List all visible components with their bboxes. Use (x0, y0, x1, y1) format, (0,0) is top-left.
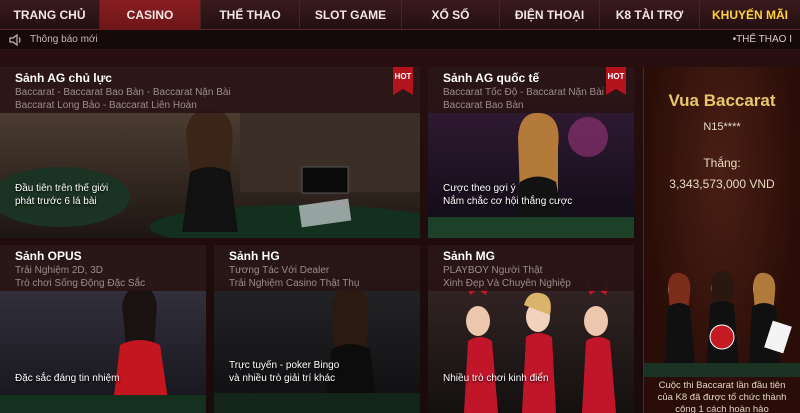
card-ag-international[interactable]: Sảnh AG quốc tế Baccarat Tốc Độ - Baccar… (428, 67, 634, 238)
promo-dealers-image (644, 270, 800, 377)
card-subtitle: Tương Tác Với Dealer (229, 265, 330, 276)
card-caption: Cược theo gợi ý (443, 183, 516, 194)
card-caption: Đầu tiên trên thế giới (15, 183, 109, 194)
card-subtitle: Trò chơi Sống Động Đặc Sắc (15, 278, 146, 289)
promo-win-label: Thắng: (703, 156, 741, 170)
nav-item-casino[interactable]: CASINO (100, 0, 201, 30)
card-ag-main[interactable]: Sảnh AG chủ lực Baccarat - Baccarat Bao … (0, 67, 420, 238)
page: { "nav": { "items": [ {"label": "TRANG C… (0, 0, 800, 413)
card-caption: phát trước 6 lá bài (15, 196, 97, 207)
card-title: Sảnh HG (229, 249, 280, 263)
card-subtitle: Trải Nghiệm 2D, 3D (15, 265, 103, 276)
promo-note-line: công 1 cách hoàn hảo (675, 404, 769, 413)
card-title: Sảnh AG quốc tế (443, 71, 540, 85)
card-caption: Trực tuyến - poker Bingo (229, 360, 340, 371)
promo-note-line: của K8 đã được tổ chức thành (657, 392, 787, 403)
hot-badge: HOT (606, 67, 626, 95)
promo-title: Vua Baccarat (668, 91, 776, 110)
top-nav: TRANG CHỦ CASINO THỂ THAO SLOT GAME XỔ S… (0, 0, 800, 30)
card-subtitle: Trải Nghiệm Casino Thật Thụ (229, 278, 360, 289)
nav-item-sports[interactable]: THỂ THAO (201, 0, 300, 30)
nav-item-slot-game[interactable]: SLOT GAME (300, 0, 402, 30)
card-header: Sảnh AG chủ lực Baccarat - Baccarat Bao … (0, 67, 420, 113)
card-subtitle: Baccarat Bao Bàn (443, 100, 524, 111)
nav-item-home[interactable]: TRANG CHỦ (0, 0, 100, 30)
card-header: Sảnh MG PLAYBOY Người Thật Xinh Đẹp Và C… (428, 245, 634, 291)
card-subtitle: PLAYBOY Người Thật (443, 265, 543, 276)
nav-item-mobile[interactable]: ĐIỆN THOẠI (500, 0, 600, 30)
card-caption: Nhiều trò chơi kinh điển (443, 373, 549, 384)
notice-bar: Thông báo mới •THỂ THAO I (0, 30, 800, 50)
card-title: Sảnh OPUS (15, 249, 82, 263)
card-caption: Đặc sắc đáng tin nhiệm (15, 373, 120, 384)
notice-label[interactable]: Thông báo mới (30, 34, 98, 45)
card-mg[interactable]: Sảnh MG PLAYBOY Người Thật Xinh Đẹp Và C… (428, 245, 634, 413)
speaker-icon (9, 33, 21, 46)
card-header: Sảnh AG quốc tế Baccarat Tốc Độ - Baccar… (428, 67, 634, 113)
card-caption: Nắm chắc cơ hội thắng cược (443, 196, 573, 207)
promo-winner-name: N15**** (703, 121, 741, 133)
card-hg[interactable]: Sảnh HG Tương Tác Với Dealer Trải Nghiệm… (214, 245, 420, 413)
card-subtitle: Xinh Đẹp Và Chuyên Nghiệp (443, 278, 571, 289)
hot-badge: HOT (393, 67, 413, 95)
card-opus[interactable]: Sảnh OPUS Trải Nghiệm 2D, 3D Trò chơi Số… (0, 245, 206, 413)
nav-item-sponsor[interactable]: K8 TÀI TRỢ (600, 0, 700, 30)
promo-note: Cuộc thi Baccarat lần đầu tiên của K8 đã… (652, 380, 792, 413)
card-title: Sảnh MG (443, 249, 496, 263)
card-header: Sảnh HG Tương Tác Với Dealer Trải Nghiệm… (214, 245, 420, 291)
card-caption: và nhiều trò giải trí khác (229, 373, 336, 384)
nav-item-promotions[interactable]: KHUYẾN MÃI (700, 0, 800, 30)
baccarat-king-promo[interactable]: Vua Baccarat N15**** Thắng: 3,343,573,00… (643, 67, 800, 413)
promo-note-line: Cuộc thi Baccarat lần đầu tiên (658, 380, 786, 391)
card-subtitle: Baccarat - Baccarat Bao Bàn - Baccarat N… (15, 87, 231, 98)
card-subtitle: Baccarat Long Bảo - Baccarat Liên Hoàn (15, 100, 197, 111)
promo-win-amount: 3,343,573,000 VND (669, 177, 775, 191)
card-subtitle: Baccarat Tốc Độ - Baccarat Nặn Bài - (443, 87, 611, 98)
notice-ticker[interactable]: •THỂ THAO I (733, 34, 792, 45)
card-header: Sảnh OPUS Trải Nghiệm 2D, 3D Trò chơi Số… (0, 245, 206, 291)
card-title: Sảnh AG chủ lực (15, 71, 112, 85)
nav-item-lottery[interactable]: XỔ SỐ (402, 0, 500, 30)
